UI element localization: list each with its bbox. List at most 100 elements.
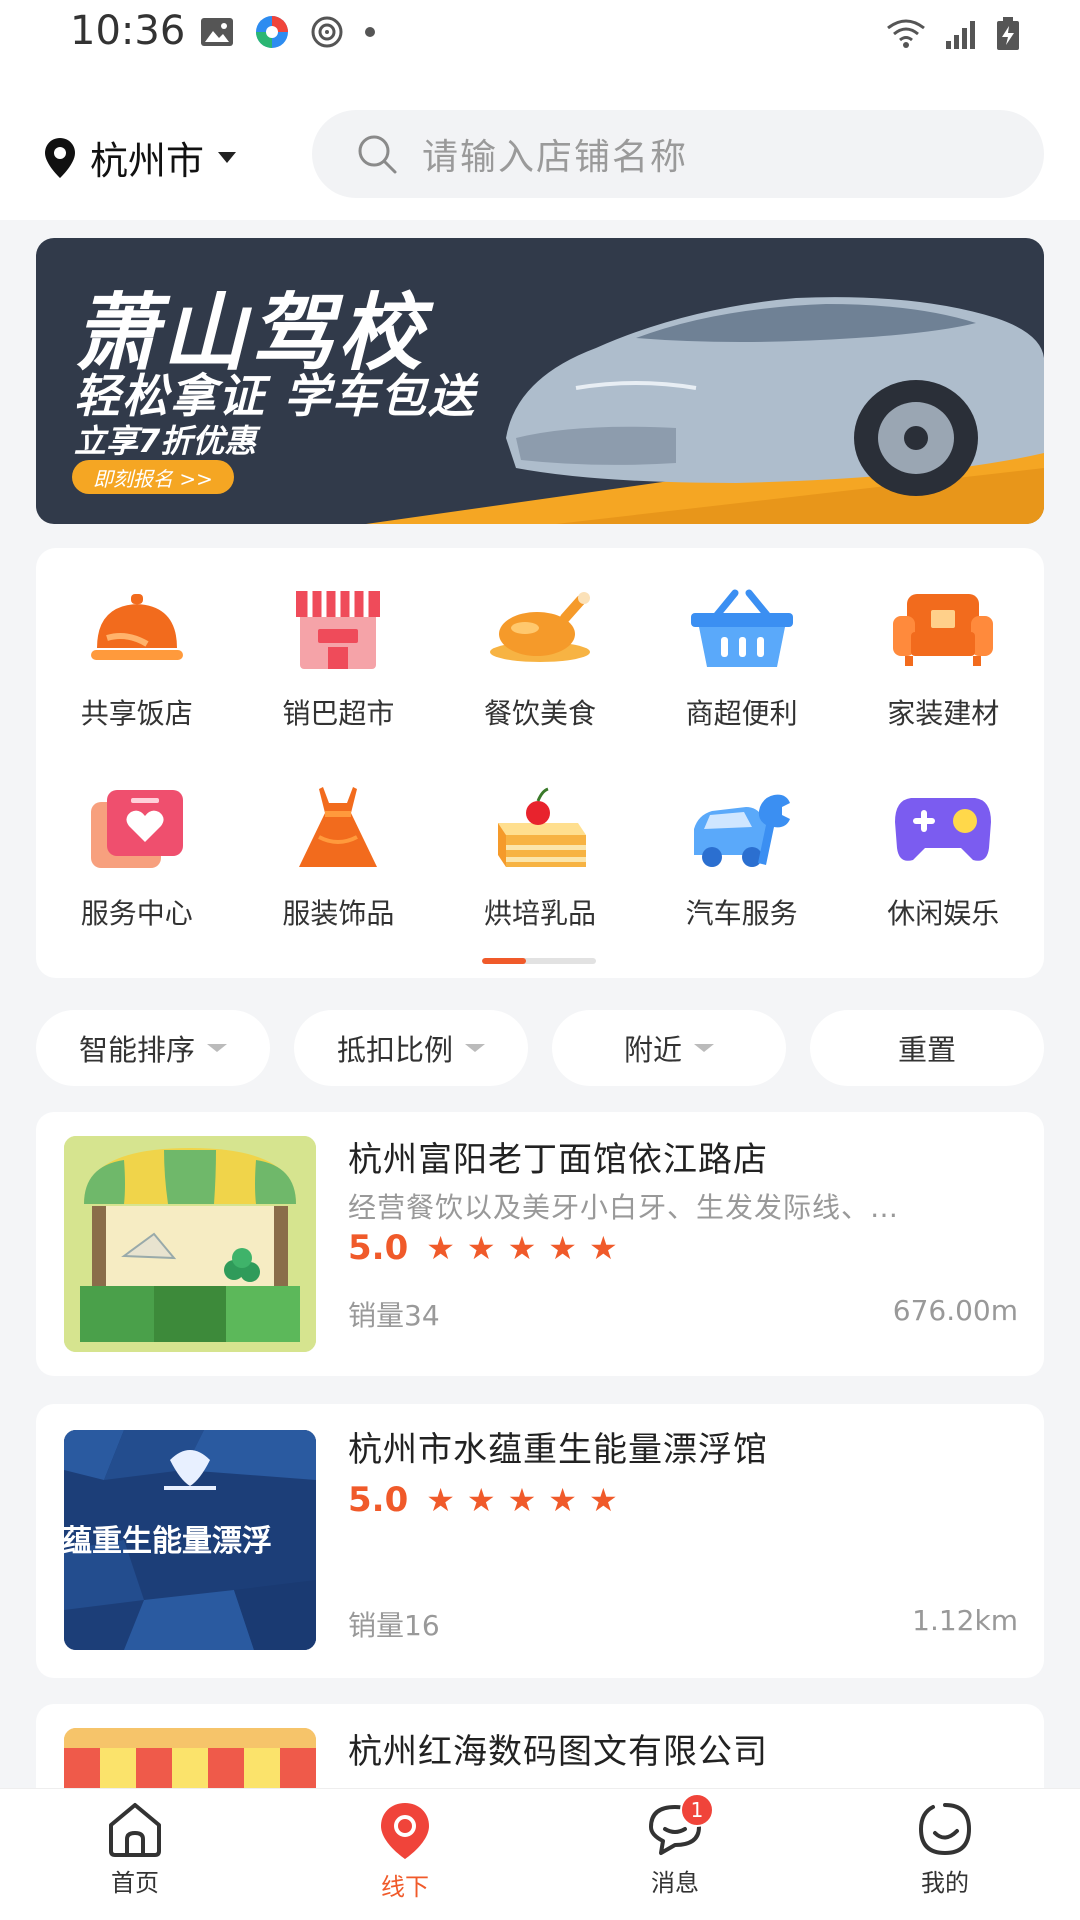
spiral-icon — [311, 16, 343, 48]
wifi-icon — [887, 19, 925, 48]
category-label: 共享饭店 — [80, 697, 193, 730]
filter-bar: 智能排序 抵扣比例 附近 重置 — [36, 1010, 1044, 1086]
store-name: 杭州红海数码图文有限公司 — [348, 1732, 768, 1772]
star-icon: ★ — [466, 1481, 496, 1519]
chevron-down-icon — [694, 1044, 714, 1052]
tab-home[interactable]: 首页 — [0, 1789, 270, 1920]
tab-label: 首页 — [111, 1869, 159, 1897]
filter-reset-button[interactable]: 重置 — [810, 1010, 1044, 1086]
filter-label: 附近 — [623, 1033, 682, 1067]
store-rating: 5.0 ★ ★ ★ ★ ★ — [348, 1228, 618, 1268]
chevron-down-icon — [465, 1044, 485, 1052]
category-home-building[interactable]: 家装建材 — [842, 578, 1044, 732]
star-icon: ★ — [426, 1481, 455, 1519]
category-shared-restaurant[interactable]: 共享饭店 — [36, 578, 238, 732]
star-icon: ★ — [426, 1229, 455, 1267]
rating-score: 5.0 — [348, 1228, 409, 1268]
tab-label: 我的 — [921, 1869, 969, 1897]
category-label: 休闲娱乐 — [887, 897, 1000, 930]
header: 杭州市 请输入店铺名称 — [0, 70, 1080, 220]
store-distance: 676.00m — [892, 1294, 1018, 1327]
chevron-down-icon — [207, 1044, 227, 1052]
tab-messages[interactable]: 1 消息 — [540, 1789, 810, 1920]
filter-smart-sort[interactable]: 智能排序 — [36, 1010, 270, 1086]
battery-charging-icon — [997, 17, 1019, 50]
store-distance: 1.12km — [912, 1604, 1018, 1637]
category-car-service[interactable]: 汽车服务 — [641, 778, 843, 932]
star-icon: ★ — [507, 1481, 537, 1519]
category-bakery-dairy[interactable]: 烘培乳品 — [439, 778, 641, 932]
sofa-icon — [888, 578, 998, 678]
category-label: 服装饰品 — [282, 897, 395, 930]
cake-icon — [485, 778, 595, 878]
category-convenience[interactable]: 商超便利 — [641, 578, 843, 732]
category-label: 餐饮美食 — [483, 697, 596, 730]
store-card[interactable]: 杭州富阳老丁面馆依江路店 经营餐饮以及美牙小白牙、生发发际线、… 5.0 ★ ★… — [36, 1112, 1044, 1376]
store-thumbnail: 蕴重生能量漂浮 — [64, 1430, 316, 1650]
category-leisure[interactable]: 休闲娱乐 — [842, 778, 1044, 932]
city-selector[interactable]: 杭州市 — [44, 130, 237, 185]
filter-label: 重置 — [897, 1033, 956, 1067]
search-icon — [358, 135, 397, 174]
category-label: 服务中心 — [80, 897, 193, 930]
category-food-dining[interactable]: 餐饮美食 — [439, 578, 641, 732]
category-clothing[interactable]: 服装饰品 — [238, 778, 440, 932]
store-card[interactable]: 蕴重生能量漂浮 杭州市水蕴重生能量漂浮馆 5.0 ★ ★ ★ ★ ★ 销量16 … — [36, 1404, 1044, 1678]
star-icon: ★ — [507, 1229, 537, 1267]
dropdown-caret-icon — [218, 151, 237, 163]
star-icon: ★ — [548, 1229, 577, 1267]
category-service-center[interactable]: 服务中心 — [36, 778, 238, 932]
city-name: 杭州市 — [90, 139, 205, 183]
category-label: 商超便利 — [685, 697, 798, 730]
status-notification-icons — [200, 12, 376, 52]
rating-score: 5.0 — [348, 1480, 409, 1520]
filter-deduction-ratio[interactable]: 抵扣比例 — [294, 1010, 528, 1086]
home-icon — [109, 1803, 161, 1857]
store-sales: 销量16 — [348, 1609, 440, 1642]
car-wrench-icon — [687, 778, 797, 878]
store-description: 经营餐饮以及美牙小白牙、生发发际线、… — [348, 1191, 900, 1224]
gallery-icon — [201, 18, 233, 46]
tab-label: 消息 — [651, 1869, 699, 1897]
category-label: 家装建材 — [887, 697, 1000, 730]
app-logo-icon — [256, 16, 288, 48]
store-sales: 销量34 — [348, 1299, 440, 1332]
promo-banner[interactable]: 萧山驾校 轻松拿证 学车包送 立享7折优惠 即刻报名 >> — [36, 238, 1044, 524]
star-icon: ★ — [466, 1229, 496, 1267]
filter-nearby[interactable]: 附近 — [552, 1010, 786, 1086]
message-badge: 1 — [680, 1793, 714, 1827]
status-time: 10:36 — [70, 8, 186, 54]
dress-icon — [283, 778, 393, 878]
status-system-icons — [886, 14, 1020, 54]
store-name: 杭州富阳老丁面馆依江路店 — [348, 1140, 768, 1180]
filter-label: 智能排序 — [78, 1033, 195, 1067]
category-label: 汽车服务 — [685, 897, 798, 930]
filter-label: 抵扣比例 — [336, 1033, 453, 1067]
star-icon: ★ — [588, 1229, 618, 1267]
store-thumbnail — [64, 1136, 316, 1352]
thumbnail-sign-text: 蕴重生能量漂浮 — [64, 1524, 272, 1559]
banner-offer: 立享7折优惠 — [74, 422, 257, 460]
signal-icon — [946, 21, 975, 49]
location-pin-icon — [45, 137, 75, 178]
tab-label: 线下 — [381, 1873, 429, 1901]
category-label: 烘培乳品 — [483, 897, 596, 930]
store-name: 杭州市水蕴重生能量漂浮馆 — [348, 1430, 768, 1470]
category-label: 销巴超市 — [282, 697, 395, 730]
roast-chicken-icon — [485, 578, 595, 678]
tab-offline[interactable]: 线下 — [270, 1789, 540, 1920]
category-page-indicator — [482, 958, 596, 964]
search-placeholder: 请输入店铺名称 — [422, 137, 689, 178]
tab-profile[interactable]: 我的 — [810, 1789, 1080, 1920]
banner-signup-button[interactable]: 即刻报名 >> — [72, 460, 234, 494]
dot-icon — [365, 27, 375, 37]
category-panel: 共享饭店 销巴超市 餐饮美食 商超便利 家装建材 服务中心 服装饰品 烘培乳品 … — [36, 548, 1044, 978]
status-bar: 10:36 — [0, 0, 1080, 70]
profile-icon — [918, 1803, 972, 1856]
location-pin-icon — [381, 1803, 429, 1859]
category-supermarket[interactable]: 销巴超市 — [238, 578, 440, 732]
store-rating: 5.0 ★ ★ ★ ★ ★ — [348, 1480, 618, 1520]
dining-cloche-icon — [82, 578, 192, 678]
search-input[interactable]: 请输入店铺名称 — [312, 110, 1044, 198]
gamepad-icon — [888, 778, 998, 878]
